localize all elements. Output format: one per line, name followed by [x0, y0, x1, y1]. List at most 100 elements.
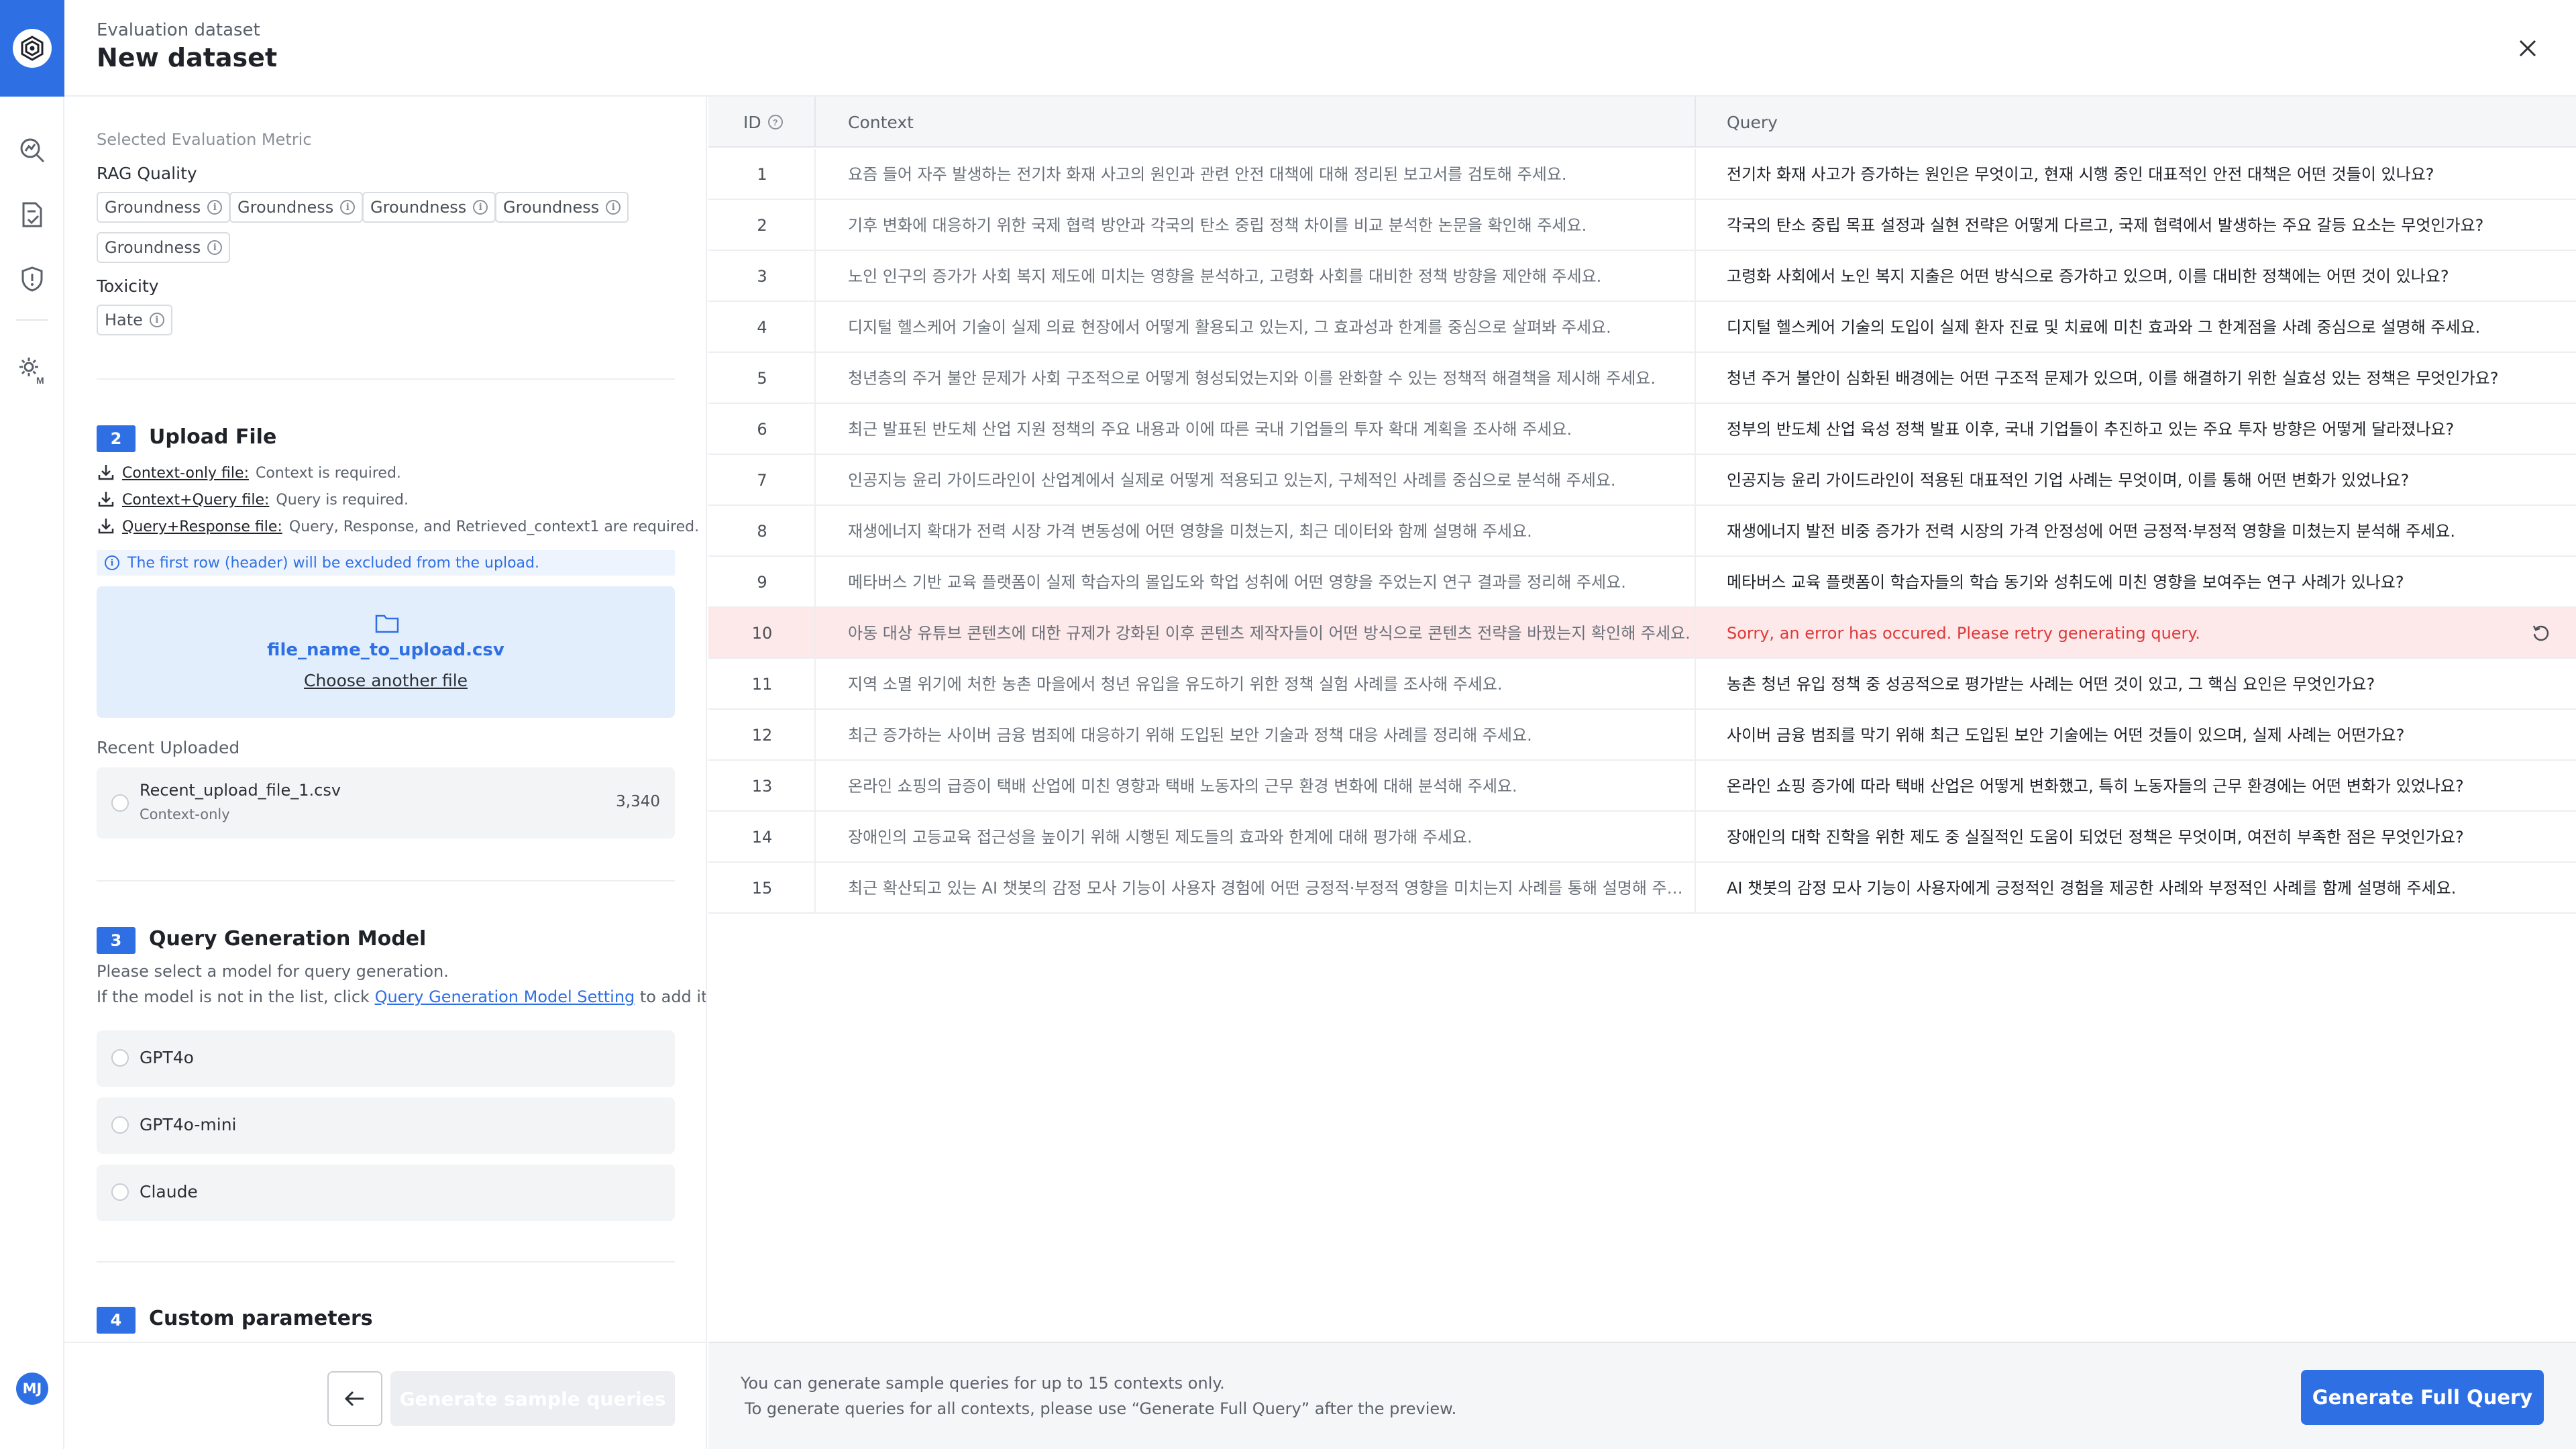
- row-id: 12: [751, 726, 773, 745]
- model-radio[interactable]: [111, 1183, 129, 1201]
- table-row[interactable]: 3 노인 인구의 증가가 사회 복지 제도에 미치는 영향을 분석하고, 고령화 …: [708, 251, 2576, 302]
- table-row[interactable]: 2 기후 변화에 대응하기 위한 국제 협력 방안과 각국의 탄소 중립 정책 차…: [708, 200, 2576, 251]
- table-row[interactable]: 9 메타버스 기반 교육 플랫폼이 실제 학습자의 몰입도와 학업 성취에 어떤 …: [708, 557, 2576, 608]
- retry-icon[interactable]: [2530, 623, 2552, 644]
- model-radio[interactable]: [111, 1049, 129, 1067]
- column-divider: [1695, 251, 1696, 302]
- row-query: 정부의 반도체 산업 육성 정책 발표 이후, 국내 기업들이 추진하고 있는 …: [1727, 420, 2455, 439]
- column-divider: [814, 812, 816, 863]
- table-row[interactable]: 8 재생에너지 확대가 전력 시장 가격 변동성에 어떤 영향을 미쳤는지, 최근…: [708, 506, 2576, 557]
- column-divider: [1695, 302, 1696, 353]
- row-context: 장애인의 고등교육 접근성을 높이기 위해 시행된 제도들의 효과와 한계에 대…: [848, 828, 1472, 847]
- info-icon[interactable]: i: [207, 240, 223, 255]
- column-header-id: ID ?: [743, 97, 783, 148]
- full-query-note: To generate queries for all contexts, pl…: [745, 1399, 1457, 1418]
- row-context: 지역 소멸 위기에 처한 농촌 마을에서 청년 유입을 유도하기 위한 정책 실…: [848, 675, 1503, 694]
- section-divider: [97, 378, 675, 380]
- metric-chip: Groundness i: [97, 192, 231, 223]
- document-check-icon[interactable]: [16, 199, 48, 231]
- info-icon[interactable]: i: [340, 200, 356, 215]
- row-id: 10: [751, 624, 773, 643]
- table-row[interactable]: 6 최근 발표된 반도체 산업 지원 정책의 주요 내용과 이에 따른 국내 기업…: [708, 404, 2576, 455]
- table-row[interactable]: 15 최근 확산되고 있는 AI 챗봇의 감정 모사 기능이 사용자 경험에 어떤…: [708, 863, 2576, 914]
- table-row[interactable]: 11 지역 소멸 위기에 처한 농촌 마을에서 청년 유입을 유도하기 위한 정책…: [708, 659, 2576, 710]
- row-context: 최근 확산되고 있는 AI 챗봇의 감정 모사 기능이 사용자 경험에 어떤 긍…: [848, 879, 1696, 898]
- row-query: AI 챗봇의 감정 모사 기능이 사용자에게 긍정적인 경험을 제공한 사례와 …: [1727, 879, 2457, 898]
- row-context: 최근 증가하는 사이버 금융 범죄에 대응하기 위해 도입된 보안 기술과 정책…: [848, 726, 1532, 745]
- download-icon[interactable]: [97, 517, 117, 537]
- generate-sample-queries-button[interactable]: Generate sample queries: [390, 1371, 675, 1426]
- recent-file-radio[interactable]: [111, 794, 129, 812]
- column-divider: [814, 659, 816, 710]
- model-radio[interactable]: [111, 1116, 129, 1134]
- left-rail: M MJ: [0, 0, 64, 1449]
- column-header-query: Query: [1727, 112, 1778, 132]
- file-dropzone[interactable]: file_name_to_upload.csv Choose another f…: [97, 586, 675, 718]
- download-icon[interactable]: [97, 463, 117, 483]
- recent-file-item[interactable]: Recent_upload_file_1.csv Context-only 3,…: [97, 767, 675, 839]
- analytics-icon[interactable]: [16, 134, 48, 166]
- table-header: ID ? Context Query: [708, 97, 2576, 148]
- column-divider: [1695, 608, 1696, 659]
- table-row[interactable]: 7 인공지능 윤리 가이드라인이 산업계에서 실제로 어떻게 적용되고 있는지, …: [708, 455, 2576, 506]
- table-row[interactable]: 12 최근 증가하는 사이버 금융 범죄에 대응하기 위해 도입된 보안 기술과 …: [708, 710, 2576, 761]
- arrow-left-icon: [344, 1391, 364, 1407]
- back-button[interactable]: [327, 1371, 382, 1426]
- column-divider: [814, 557, 816, 608]
- table-row[interactable]: 4 디지털 헬스케어 기술이 실제 의료 현장에서 어떻게 활용되고 있는지, 그…: [708, 302, 2576, 353]
- column-divider: [814, 302, 816, 353]
- table-row[interactable]: 1 요즘 들어 자주 발생하는 전기차 화재 사고의 원인과 관련 안전 대책에 …: [708, 149, 2576, 200]
- row-query: 각국의 탄소 중립 목표 설정과 실현 전략은 어떻게 다르고, 국제 협력에서…: [1727, 216, 2484, 235]
- column-divider: [814, 404, 816, 455]
- row-query-error: Sorry, an error has occured. Please retr…: [1727, 624, 2200, 643]
- sample-limit-note: You can generate sample queries for up t…: [741, 1374, 1225, 1393]
- row-query: 사이버 금융 범죄를 막기 위해 최근 도입된 보안 기술에는 어떤 것들이 있…: [1727, 726, 2405, 745]
- row-context: 청년층의 주거 불안 문제가 사회 구조적으로 어떻게 형성되었는지와 이를 완…: [848, 369, 1656, 388]
- model-option-gpt4o[interactable]: GPT4o: [97, 1030, 675, 1087]
- model-description: Please select a model for query generati…: [97, 962, 449, 981]
- model-option-gpt4o-mini[interactable]: GPT4o-mini: [97, 1097, 675, 1154]
- close-button[interactable]: [2512, 32, 2544, 64]
- shield-alert-icon[interactable]: [16, 263, 48, 295]
- column-divider: [1695, 404, 1696, 455]
- table-row-error[interactable]: 10 아동 대상 유튜브 콘텐츠에 대한 규제가 강화된 이후 콘텐츠 제작자들이…: [708, 608, 2576, 659]
- folder-icon: [375, 613, 399, 633]
- row-context: 최근 발표된 반도체 산업 지원 정책의 주요 내용과 이에 따른 국내 기업들…: [848, 420, 1572, 439]
- row-query: 인공지능 윤리 가이드라인이 적용된 대표적인 기업 사례는 무엇이며, 이를 …: [1727, 471, 2410, 490]
- download-icon[interactable]: [97, 490, 117, 510]
- row-id: 9: [757, 573, 767, 592]
- help-icon[interactable]: ?: [767, 115, 783, 129]
- table-row[interactable]: 14 장애인의 고등교육 접근성을 높이기 위해 시행된 제도들의 효과와 한계에…: [708, 812, 2576, 863]
- table-row[interactable]: 13 온라인 쇼핑의 급증이 택배 산업에 미친 영향과 택배 노동자의 근무 환…: [708, 761, 2576, 812]
- table-row[interactable]: 5 청년층의 주거 불안 문제가 사회 구조적으로 어떻게 형성되었는지와 이를 …: [708, 353, 2576, 404]
- app-logo[interactable]: [0, 0, 64, 97]
- row-id: 7: [757, 471, 767, 490]
- info-icon: i: [105, 555, 119, 570]
- context-only-template-link[interactable]: Context-only file:: [122, 465, 249, 482]
- section-title-model: Query Generation Model: [149, 927, 427, 951]
- info-icon[interactable]: i: [606, 200, 621, 215]
- avatar[interactable]: MJ: [16, 1373, 48, 1405]
- info-icon[interactable]: i: [149, 313, 164, 327]
- model-setting-link[interactable]: Query Generation Model Setting: [375, 987, 635, 1006]
- model-option-claude[interactable]: Claude: [97, 1165, 675, 1221]
- query-response-template-link[interactable]: Query+Response file:: [122, 519, 282, 535]
- section-title-custom: Custom parameters: [149, 1307, 373, 1330]
- column-divider: [1695, 455, 1696, 506]
- column-divider: [1695, 863, 1696, 914]
- column-header-context: Context: [848, 112, 914, 132]
- column-divider: [814, 97, 816, 148]
- row-context: 인공지능 윤리 가이드라인이 산업계에서 실제로 어떻게 적용되고 있는지, 구…: [848, 471, 1616, 490]
- info-icon[interactable]: i: [473, 200, 488, 215]
- row-id: 1: [757, 165, 767, 184]
- metric-chip: Groundness i: [229, 192, 364, 223]
- column-divider: [1695, 149, 1696, 200]
- info-icon[interactable]: i: [207, 200, 223, 215]
- settings-model-icon[interactable]: M: [16, 354, 48, 386]
- column-divider: [814, 200, 816, 251]
- column-divider: [1695, 710, 1696, 761]
- choose-another-file-link[interactable]: Choose another file: [97, 671, 675, 690]
- generate-full-query-button[interactable]: Generate Full Query: [2301, 1370, 2544, 1425]
- context-query-template-link[interactable]: Context+Query file:: [122, 492, 269, 508]
- metric-group-toxicity: Toxicity: [97, 276, 159, 296]
